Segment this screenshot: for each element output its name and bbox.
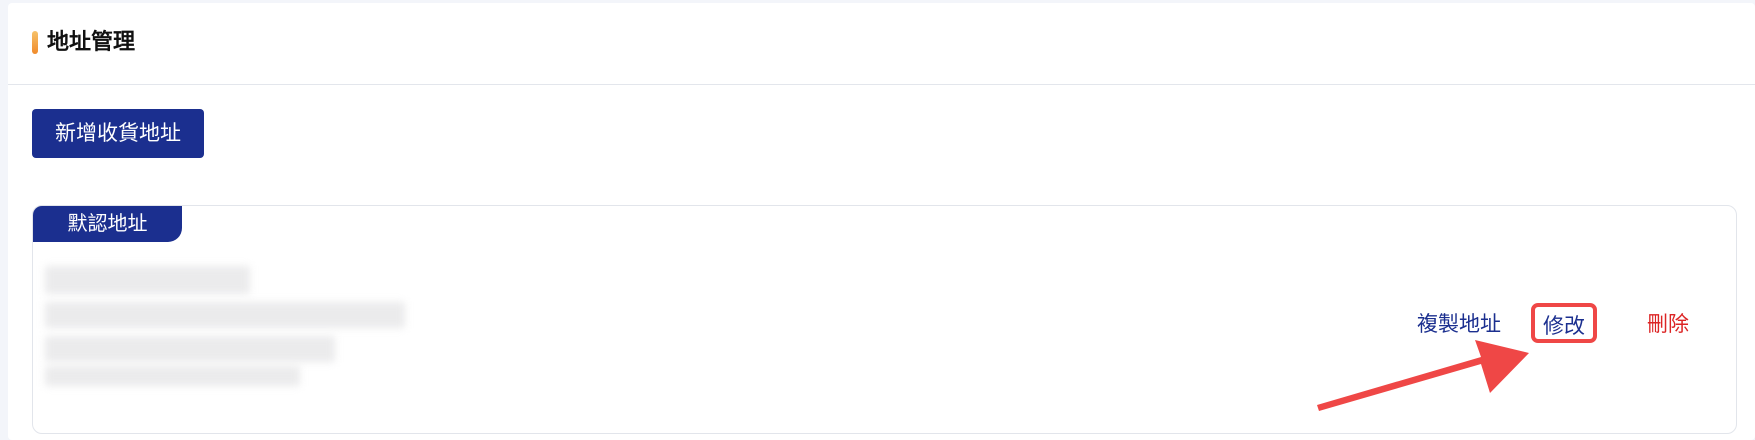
add-shipping-address-button[interactable]: 新增收貨地址 <box>32 109 204 158</box>
edit-address-link[interactable]: 修改 <box>1531 303 1597 343</box>
redacted-address <box>45 336 335 362</box>
address-card: 默認地址 複製地址 修改 刪除 <box>32 205 1737 434</box>
redacted-extra <box>45 366 300 386</box>
title-accent-bar <box>32 31 38 54</box>
delete-address-link[interactable]: 刪除 <box>1647 309 1689 339</box>
redacted-phone <box>45 302 405 328</box>
default-address-tag: 默認地址 <box>33 206 182 242</box>
page-header: 地址管理 <box>8 3 1755 85</box>
redacted-name <box>45 266 250 294</box>
address-management-panel: 地址管理 新增收貨地址 默認地址 複製地址 修改 刪除 <box>8 3 1755 440</box>
copy-address-link[interactable]: 複製地址 <box>1417 309 1501 339</box>
page-title: 地址管理 <box>47 30 136 55</box>
